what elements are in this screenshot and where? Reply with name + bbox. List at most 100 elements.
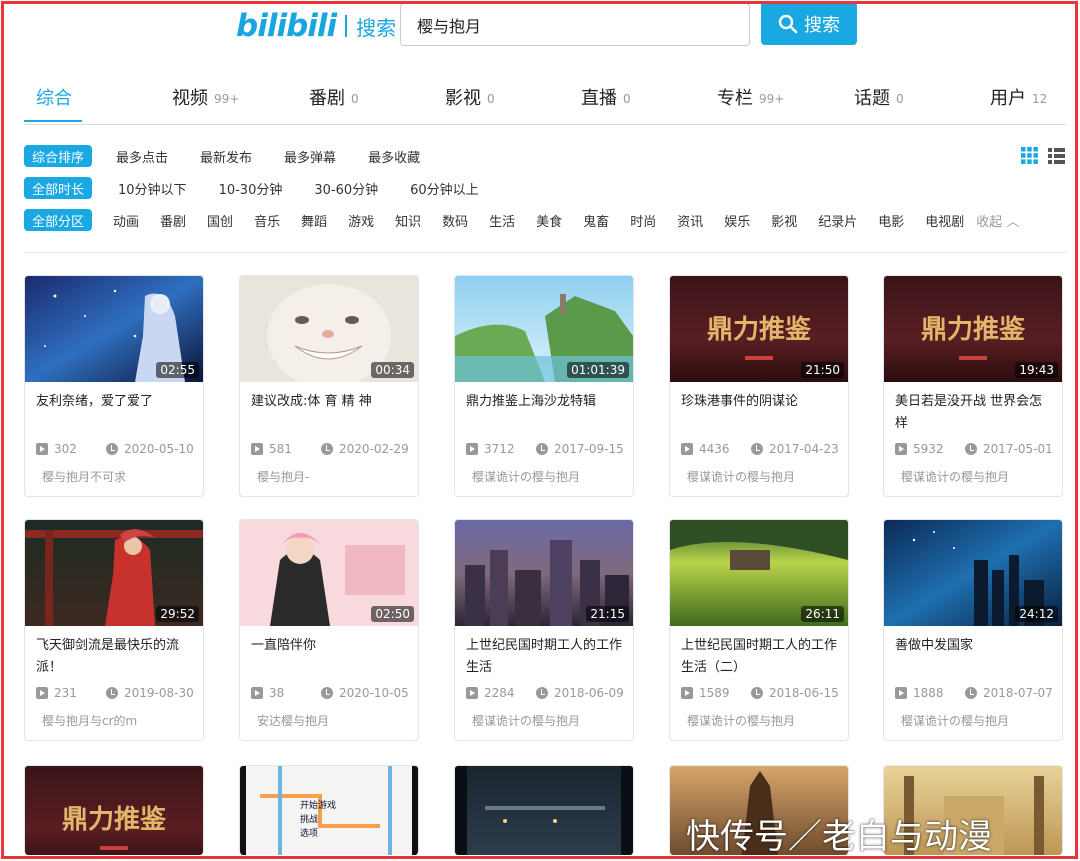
video-title[interactable]: 飞天御剑流是最快乐的流派！ [36,635,196,679]
category-selected[interactable]: 全部分区 [24,209,93,231]
video-card[interactable]: 00:34 建议改成:体 育 精 神 581 2020-02-29 樱与抱月- [239,275,419,497]
uploader[interactable]: 樱谋诡计の樱与抱月 [895,712,1010,731]
category-option[interactable]: 美食 [536,211,562,230]
video-thumbnail[interactable]: 01:01:39 [455,276,633,382]
category-option[interactable]: 数码 [442,211,468,230]
duration-option[interactable]: 10分钟以下 [118,179,187,198]
tab-topic[interactable]: 话题 0 [854,84,904,110]
category-option[interactable]: 电影 [878,211,904,230]
video-thumbnail[interactable]: 00:34 [240,276,418,382]
uploader[interactable]: 樱与抱月与cr的m [36,712,137,731]
uploader[interactable]: 樱谋诡计の樱与抱月 [681,468,795,487]
uploader[interactable]: 樱谋诡计の樱与抱月 [466,468,580,487]
uploader[interactable]: 樱谋诡计の樱与抱月 [895,468,1010,487]
video-title[interactable]: 珍珠港事件的阴谋论 [681,391,841,413]
category-option[interactable]: 动画 [113,211,139,230]
category-option[interactable]: 鬼畜 [583,211,609,230]
category-option[interactable]: 资讯 [677,211,703,230]
video-title[interactable]: 建议改成:体 育 精 神 [251,391,411,413]
video-thumbnail[interactable]: 鼎力推鉴 [25,766,203,855]
category-option[interactable]: 纪录片 [818,211,857,230]
video-card[interactable]: 02:50 一直陪伴你 38 2020-10-05 安达樱与抱月 [239,519,419,741]
uploader-name: 樱谋诡计の樱与抱月 [901,470,1010,484]
sort-option[interactable]: 最多点击 [116,147,168,166]
clock-icon [106,443,118,455]
category-option[interactable]: 舞蹈 [301,211,327,230]
tab-video[interactable]: 视频 99+ [172,84,239,110]
video-title[interactable]: 上世纪民国时期工人的工作生活（二） [681,635,841,679]
video-title[interactable]: 上世纪民国时期工人的工作生活 [466,635,626,679]
duration-option[interactable]: 30-60分钟 [314,179,378,198]
video-card[interactable]: 鼎力推鉴 21:50 珍珠港事件的阴谋论 4436 2017-04-23 樱谋诡… [669,275,849,497]
tab-all[interactable]: 综合 [36,84,72,110]
video-title[interactable]: 一直陪伴你 [251,635,411,657]
video-thumbnail[interactable]: 24:12 [884,520,1062,626]
video-thumbnail[interactable]: 鼎力推鉴 21:50 [670,276,848,382]
uploader[interactable]: 樱与抱月- [251,468,309,487]
video-meta: 302 2020-05-10 [36,442,196,456]
video-thumbnail[interactable]: 02:50 [240,520,418,626]
video-card[interactable]: 鼎力推鉴 19:43 美日若是没开战 世界会怎样 5932 2017-05-01… [883,275,1063,497]
tab-user[interactable]: 用户 12 [990,84,1047,110]
video-card[interactable] [454,765,634,855]
video-card[interactable]: 24:12 善做中发国家 1888 2018-07-07 樱谋诡计の樱与抱月 [883,519,1063,741]
search-input[interactable]: 樱与抱月 [400,3,750,46]
category-option[interactable]: 国创 [207,211,233,230]
video-title[interactable]: 鼎力推鉴上海沙龙特辑 [466,391,626,413]
list-view-icon[interactable] [1047,146,1066,165]
video-thumbnail[interactable]: 鼎力推鉴 19:43 [884,276,1062,382]
category-option[interactable]: 娱乐 [724,211,750,230]
video-title[interactable]: 美日若是没开战 世界会怎样 [895,391,1055,435]
clock-icon [106,687,118,699]
video-title[interactable]: 友利奈绪，爱了爱了 [36,391,196,413]
category-option[interactable]: 时尚 [630,211,656,230]
video-card[interactable]: 02:55 友利奈绪，爱了爱了 302 2020-05-10 樱与抱月不可求 [24,275,204,497]
category-option[interactable]: 电视剧 [925,211,964,230]
collapse-toggle[interactable]: 收起 ︿ [976,211,1019,230]
video-thumbnail[interactable]: 21:15 [455,520,633,626]
tab-live[interactable]: 直播 0 [581,84,631,110]
bilibili-logo[interactable]: bilibili 搜索 [236,8,396,44]
video-card[interactable]: 开始游戏 挑战 选项 [239,765,419,855]
search-button[interactable]: 搜索 [761,2,857,45]
uploader[interactable]: 樱谋诡计の樱与抱月 [466,712,580,731]
category-option[interactable]: 知识 [395,211,421,230]
uploader[interactable]: 樱与抱月不可求 [36,468,126,487]
video-duration: 19:43 [1015,362,1058,378]
category-option[interactable]: 生活 [489,211,515,230]
video-card[interactable]: 29:52 飞天御剑流是最快乐的流派！ 231 2019-08-30 樱与抱月与… [24,519,204,741]
tab-article[interactable]: 专栏 99+ [717,84,784,110]
duration-selected[interactable]: 全部时长 [24,177,93,199]
duration-option[interactable]: 60分钟以上 [410,179,479,198]
sort-option[interactable]: 最新发布 [200,147,252,166]
video-card[interactable]: 鼎力推鉴 [24,765,204,855]
video-thumbnail[interactable]: 02:55 [25,276,203,382]
tab-bangumi[interactable]: 番剧 0 [309,84,359,110]
sort-option[interactable]: 最多弹幕 [284,147,336,166]
sort-selected[interactable]: 综合排序 [24,145,93,167]
video-title[interactable]: 善做中发国家 [895,635,1055,657]
duration-option[interactable]: 10-30分钟 [219,179,283,198]
video-thumbnail[interactable]: 26:11 [670,520,848,626]
video-card[interactable]: 21:15 上世纪民国时期工人的工作生活 2284 2018-06-09 樱谋诡… [454,519,634,741]
video-thumbnail[interactable] [455,766,633,855]
clock-icon [965,443,977,455]
category-option[interactable]: 影视 [771,211,797,230]
video-thumbnail[interactable]: 29:52 [25,520,203,626]
uploader-name: 樱谋诡计の樱与抱月 [901,714,1010,728]
category-option[interactable]: 游戏 [348,211,374,230]
category-option[interactable]: 番剧 [160,211,186,230]
video-card[interactable]: 01:01:39 鼎力推鉴上海沙龙特辑 3712 2017-09-15 樱谋诡计… [454,275,634,497]
search-input-value: 樱与抱月 [417,16,482,36]
category-option[interactable]: 音乐 [254,211,280,230]
grid-view-icon[interactable] [1020,146,1039,165]
uploader[interactable]: 樱谋诡计の樱与抱月 [681,712,795,731]
video-meta: 581 2020-02-29 [251,442,411,456]
upload-date: 2017-09-15 [554,442,624,456]
uploader[interactable]: 安达樱与抱月 [251,712,329,731]
play-count: 3712 [484,442,515,456]
video-thumbnail[interactable]: 开始游戏 挑战 选项 [240,766,418,855]
video-card[interactable]: 26:11 上世纪民国时期工人的工作生活（二） 1589 2018-06-15 … [669,519,849,741]
sort-option[interactable]: 最多收藏 [368,147,420,166]
tab-film[interactable]: 影视 0 [445,84,495,110]
